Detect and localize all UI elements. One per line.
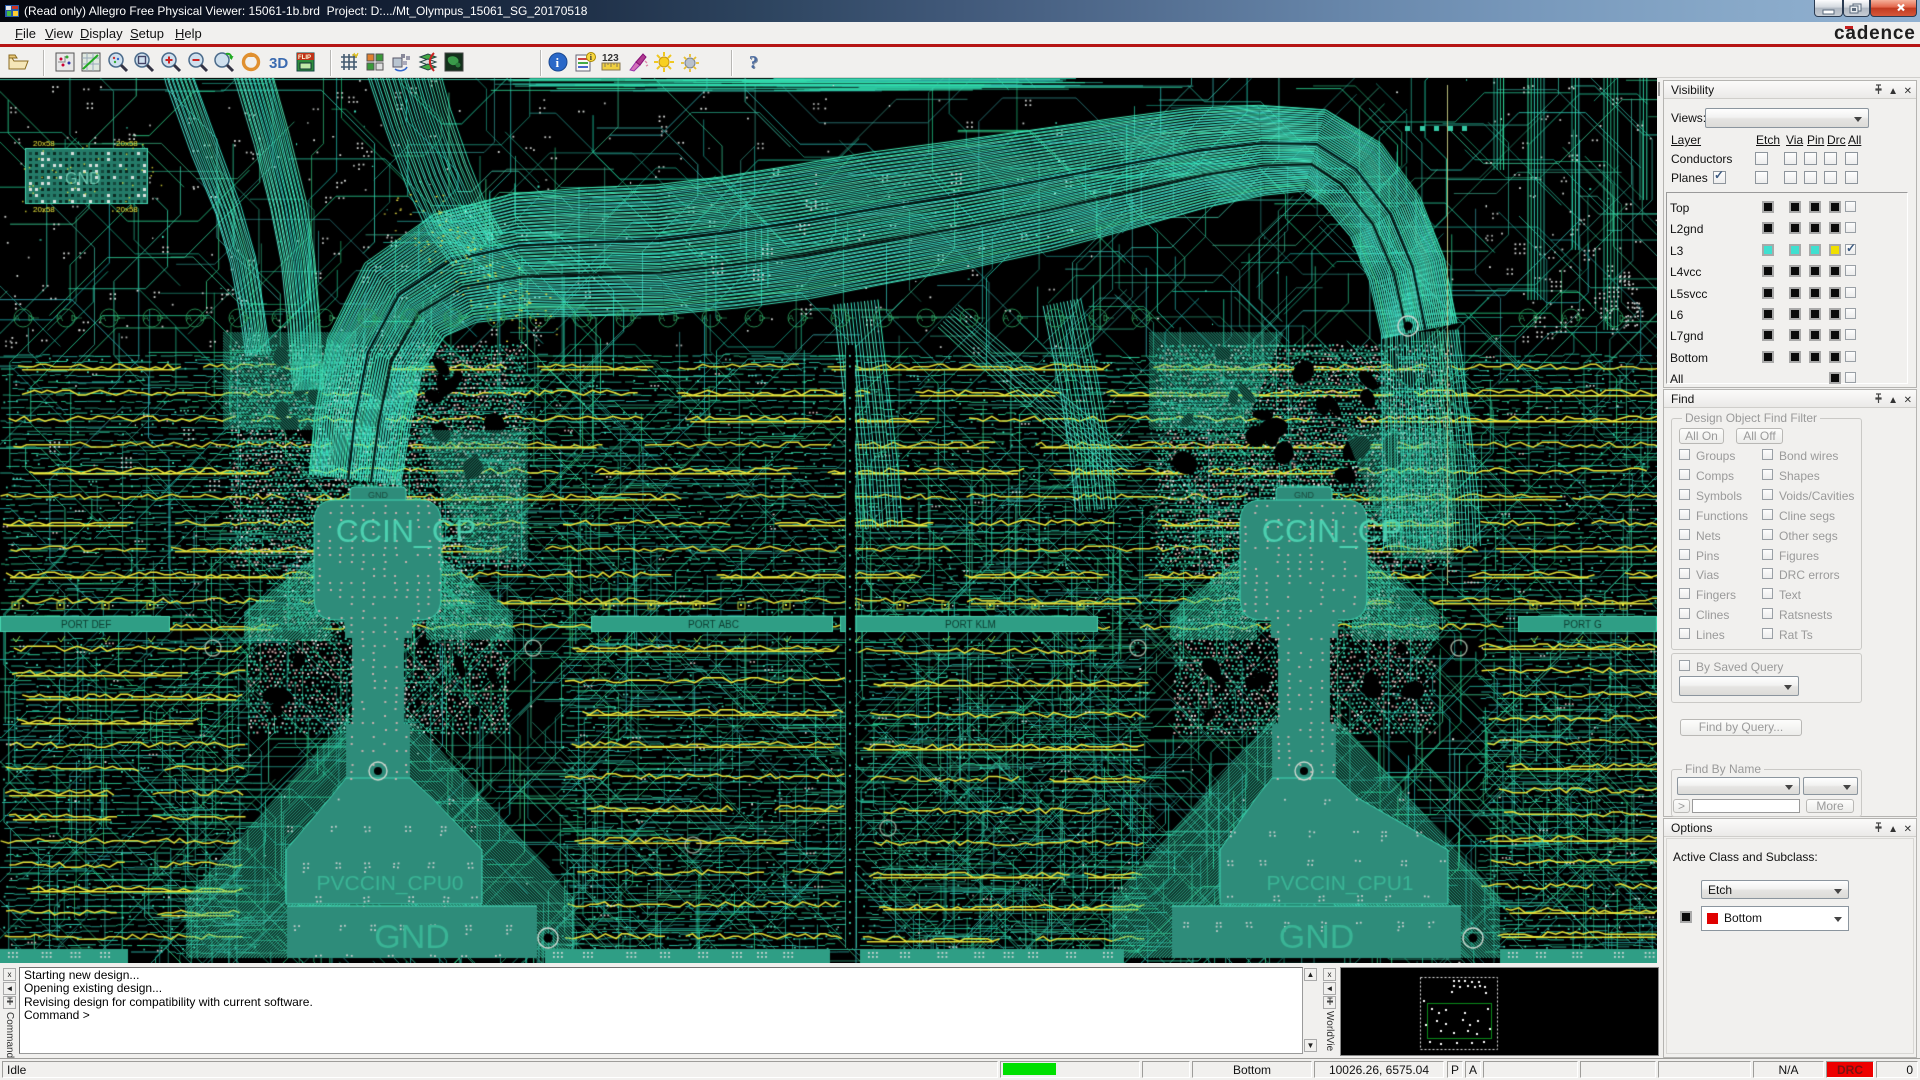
svg-text:123: 123 — [602, 53, 619, 64]
svg-text:FLIP: FLIP — [298, 55, 311, 61]
svg-text:i: i — [556, 55, 560, 70]
svg-text:3D: 3D — [269, 55, 288, 72]
svg-text:?: ? — [749, 52, 758, 72]
